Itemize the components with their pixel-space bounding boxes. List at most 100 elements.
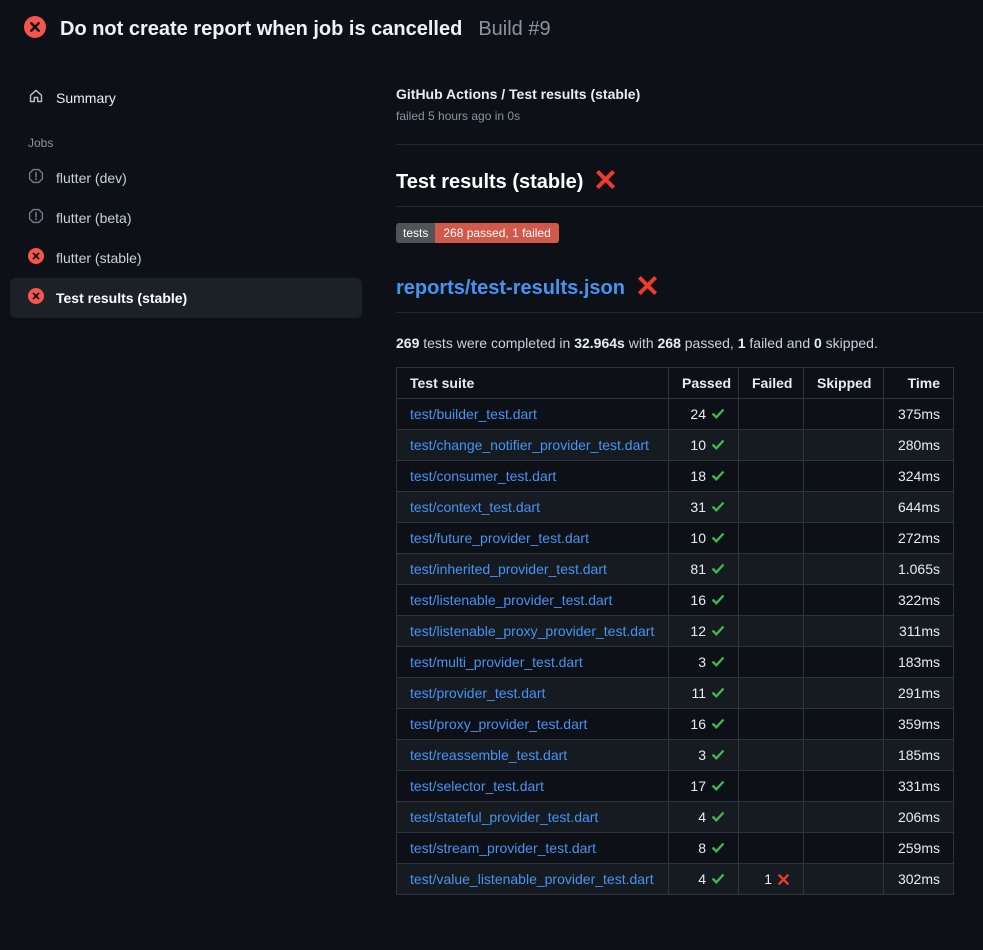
passed-cell: 3 [669, 740, 739, 771]
sidebar-job-item[interactable]: flutter (beta) [10, 198, 362, 238]
table-row: test/multi_provider_test.dart 3 183ms [397, 647, 954, 678]
x-circle-icon [28, 288, 44, 309]
failed-cell [739, 399, 804, 430]
skipped-cell [804, 771, 884, 802]
suite-link[interactable]: test/change_notifier_provider_test.dart [410, 437, 649, 453]
failed-cell [739, 585, 804, 616]
failed-cell: 1 [739, 864, 804, 895]
stop-icon [28, 208, 44, 229]
skipped-cell [804, 616, 884, 647]
suite-link[interactable]: test/multi_provider_test.dart [410, 654, 583, 670]
table-row: test/provider_test.dart 11 291ms [397, 678, 954, 709]
main-content: GitHub Actions / Test results (stable) f… [396, 86, 983, 895]
suite-link[interactable]: test/value_listenable_provider_test.dart [410, 871, 654, 887]
table-row: test/future_provider_test.dart 10 272ms [397, 523, 954, 554]
time-cell: 1.065s [884, 554, 954, 585]
page-title: Do not create report when job is cancell… [60, 18, 462, 41]
check-icon [711, 779, 725, 793]
table-row: test/context_test.dart 31 644ms [397, 492, 954, 523]
suite-link[interactable]: test/reassemble_test.dart [410, 747, 567, 763]
stop-icon [28, 168, 44, 189]
passed-cell: 81 [669, 554, 739, 585]
failed-cell [739, 709, 804, 740]
suite-link[interactable]: test/listenable_proxy_provider_test.dart [410, 623, 654, 639]
col-header-failed: Failed [739, 368, 804, 399]
time-cell: 185ms [884, 740, 954, 771]
tests-summary-line: 269 tests were completed in 32.964s with… [396, 335, 983, 351]
suite-link[interactable]: test/provider_test.dart [410, 685, 545, 701]
sidebar-job-label: Test results (stable) [56, 290, 187, 306]
jobs-section-label: Jobs [28, 136, 372, 150]
sidebar: Summary Jobs flutter (dev) flutter (beta… [0, 70, 372, 318]
test-results-table: Test suite Passed Failed Skipped Time te… [396, 367, 954, 895]
skipped-cell [804, 740, 884, 771]
sidebar-job-label: flutter (beta) [56, 210, 131, 226]
table-row: test/builder_test.dart 24 375ms [397, 399, 954, 430]
skipped-cell [804, 492, 884, 523]
table-row: test/reassemble_test.dart 3 185ms [397, 740, 954, 771]
sidebar-job-item[interactable]: flutter (dev) [10, 158, 362, 198]
x-circle-icon [24, 16, 46, 43]
skipped-cell [804, 678, 884, 709]
col-header-skipped: Skipped [804, 368, 884, 399]
table-row: test/consumer_test.dart 18 324ms [397, 461, 954, 492]
time-cell: 183ms [884, 647, 954, 678]
sidebar-job-item[interactable]: flutter (stable) [10, 238, 362, 278]
tests-badge: tests 268 passed, 1 failed [396, 223, 559, 243]
failed-cell [739, 492, 804, 523]
table-row: test/listenable_provider_test.dart 16 32… [397, 585, 954, 616]
skipped-cell [804, 585, 884, 616]
suite-link[interactable]: test/proxy_provider_test.dart [410, 716, 587, 732]
table-row: test/stateful_provider_test.dart 4 206ms [397, 802, 954, 833]
passed-cell: 10 [669, 430, 739, 461]
time-cell: 331ms [884, 771, 954, 802]
suite-link[interactable]: test/future_provider_test.dart [410, 530, 589, 546]
suite-link[interactable]: test/stream_provider_test.dart [410, 840, 596, 856]
suite-link[interactable]: test/listenable_provider_test.dart [410, 592, 612, 608]
run-meta: failed 5 hours ago in 0s [396, 109, 983, 123]
passed-cell: 18 [669, 461, 739, 492]
check-icon [711, 531, 725, 545]
time-cell: 322ms [884, 585, 954, 616]
section-title-row: Test results (stable) [396, 169, 983, 207]
skipped-cell [804, 399, 884, 430]
passed-cell: 16 [669, 585, 739, 616]
passed-cell: 16 [669, 709, 739, 740]
suite-link[interactable]: test/selector_test.dart [410, 778, 544, 794]
passed-cell: 4 [669, 802, 739, 833]
failed-cell [739, 554, 804, 585]
passed-cell: 10 [669, 523, 739, 554]
sidebar-summary-label: Summary [56, 90, 116, 106]
passed-cell: 8 [669, 833, 739, 864]
skipped-cell [804, 647, 884, 678]
suite-link[interactable]: test/builder_test.dart [410, 406, 537, 422]
failed-cell [739, 647, 804, 678]
time-cell: 311ms [884, 616, 954, 647]
suite-link[interactable]: test/consumer_test.dart [410, 468, 556, 484]
sidebar-jobs-list: flutter (dev) flutter (beta) flutter (st… [0, 158, 372, 318]
sidebar-job-item[interactable]: Test results (stable) [10, 278, 362, 318]
table-row: test/proxy_provider_test.dart 16 359ms [397, 709, 954, 740]
failed-cell [739, 523, 804, 554]
passed-cell: 4 [669, 864, 739, 895]
check-icon [711, 562, 725, 576]
sidebar-item-summary[interactable]: Summary [0, 82, 372, 114]
table-row: test/stream_provider_test.dart 8 259ms [397, 833, 954, 864]
time-cell: 359ms [884, 709, 954, 740]
check-icon [711, 624, 725, 638]
failed-cell [739, 461, 804, 492]
time-cell: 206ms [884, 802, 954, 833]
failed-cell [739, 833, 804, 864]
suite-link[interactable]: test/context_test.dart [410, 499, 540, 515]
passed-cell: 11 [669, 678, 739, 709]
suite-link[interactable]: test/stateful_provider_test.dart [410, 809, 598, 825]
failed-cell [739, 802, 804, 833]
col-header-time: Time [884, 368, 954, 399]
skipped-cell [804, 523, 884, 554]
skipped-cell [804, 461, 884, 492]
check-icon [711, 686, 725, 700]
sidebar-job-label: flutter (dev) [56, 170, 127, 186]
report-file-link[interactable]: reports/test-results.json [396, 277, 625, 300]
suite-link[interactable]: test/inherited_provider_test.dart [410, 561, 607, 577]
x-icon [777, 873, 790, 886]
